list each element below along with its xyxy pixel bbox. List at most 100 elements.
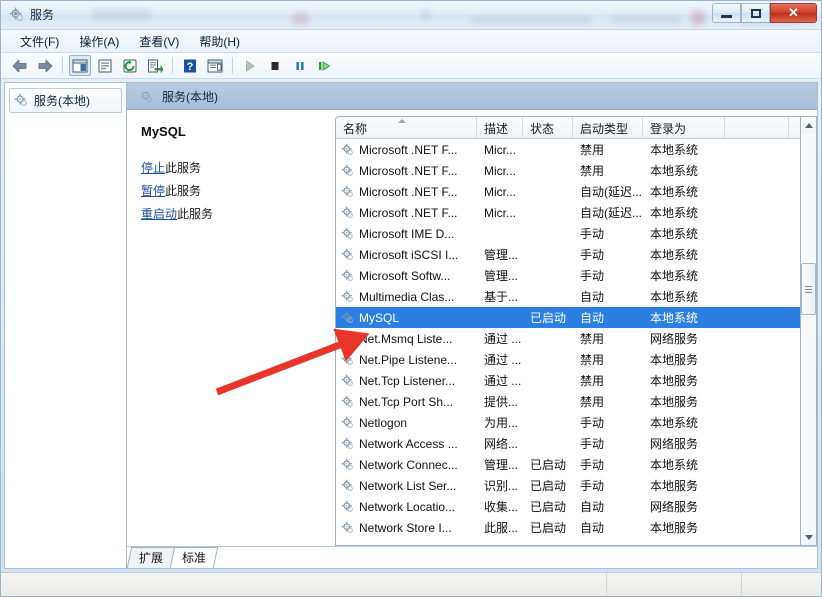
start-service-icon[interactable] xyxy=(239,55,261,76)
cell-startup: 手动 xyxy=(580,416,605,430)
table-row[interactable]: MySQL 已启动 自动 本地系统 xyxy=(336,307,800,328)
cell-startup: 手动 xyxy=(580,248,605,262)
stop-service-link[interactable]: 停止此服务 xyxy=(141,159,325,176)
minimize-button[interactable] xyxy=(712,3,741,23)
pause-service-link[interactable]: 暂停此服务 xyxy=(141,182,325,199)
service-gear-icon xyxy=(341,521,354,534)
cell-name: Network Locatio... xyxy=(336,500,477,514)
help-icon[interactable]: ? xyxy=(179,55,201,76)
table-row[interactable]: Net.Tcp Port Sh... 提供... 禁用 本地服务 xyxy=(336,391,800,412)
table-row[interactable]: Microsoft iSCSI I... 管理... 手动 本地系统 xyxy=(336,244,800,265)
service-gear-icon xyxy=(341,185,354,198)
restart-service-icon[interactable] xyxy=(314,55,336,76)
table-row[interactable]: Network Access ... 网络... 手动 网络服务 xyxy=(336,433,800,454)
cell-desc: 网络... xyxy=(484,437,519,451)
table-row[interactable]: Microsoft .NET F... Micr... 禁用 本地系统 xyxy=(336,160,800,181)
cell-desc: Micr... xyxy=(484,142,516,157)
cell-name: Network Store I... xyxy=(336,521,477,535)
table-row[interactable]: Microsoft .NET F... Micr... 自动(延迟... 本地系统 xyxy=(336,202,800,223)
pane-header-label: 服务(本地) xyxy=(162,89,218,104)
service-name-text: MySQL xyxy=(359,310,400,325)
cell-startup: 自动 xyxy=(580,521,605,535)
service-gear-icon xyxy=(341,206,354,219)
view-tabs: 扩展 标准 xyxy=(126,546,817,568)
restart-service-link[interactable]: 重启动此服务 xyxy=(141,205,325,222)
table-row[interactable]: Microsoft Softw... 管理... 手动 本地系统 xyxy=(336,265,800,286)
column-header-2[interactable]: 状态 xyxy=(523,117,573,138)
scroll-up-button[interactable] xyxy=(801,117,816,133)
service-gear-icon xyxy=(341,311,354,324)
table-row[interactable]: Network List Ser... 识别... 已启动 手动 本地服务 xyxy=(336,475,800,496)
service-gear-icon xyxy=(341,332,354,345)
tab-standard[interactable]: 标准 xyxy=(169,547,219,568)
scrollbar-thumb[interactable] xyxy=(801,263,816,315)
window-title-group: 服务 xyxy=(9,6,54,23)
table-row[interactable]: Microsoft .NET F... Micr... 自动(延迟... 本地系统 xyxy=(336,181,800,202)
table-row[interactable]: Net.Tcp Listener... 通过 ... 禁用 本地服务 xyxy=(336,370,800,391)
table-row[interactable]: Microsoft IME D... 手动 本地系统 xyxy=(336,223,800,244)
cell-desc: Micr... xyxy=(484,184,516,199)
table-row[interactable]: Multimedia Clas... 基于... 自动 本地系统 xyxy=(336,286,800,307)
services-gear-icon xyxy=(14,93,29,108)
refresh-icon[interactable] xyxy=(119,55,141,76)
service-name-text: Microsoft IME D... xyxy=(359,226,455,241)
pause-service-rest: 此服务 xyxy=(165,184,202,198)
column-header-4[interactable]: 登录为 xyxy=(643,117,725,138)
forward-arrow-icon[interactable] xyxy=(34,55,56,76)
title-bar: 服务 ✕ xyxy=(1,1,821,30)
table-row[interactable]: Network Store I... 此服... 已启动 自动 本地服务 xyxy=(336,517,800,538)
table-row[interactable]: Network Locatio... 收集... 已启动 自动 网络服务 xyxy=(336,496,800,517)
cell-status: 已启动 xyxy=(530,458,567,472)
table-row[interactable]: Netlogon 为用... 手动 本地系统 xyxy=(336,412,800,433)
column-header-0[interactable]: 名称 xyxy=(336,117,477,138)
pause-service-verb: 暂停 xyxy=(141,184,166,198)
table-row[interactable]: Microsoft .NET F... Micr... 禁用 本地系统 xyxy=(336,139,800,160)
cell-name: Microsoft .NET F... xyxy=(336,206,477,220)
cell-name: Microsoft iSCSI I... xyxy=(336,248,477,262)
service-gear-icon xyxy=(341,164,354,177)
service-name-text: Microsoft .NET F... xyxy=(359,184,458,199)
list-vertical-scrollbar[interactable] xyxy=(800,116,817,546)
cell-desc: 管理... xyxy=(484,458,519,472)
cell-desc: 收集... xyxy=(484,500,519,514)
cell-desc: 通过 ... xyxy=(484,353,522,367)
restart-service-verb: 重启动 xyxy=(141,207,178,221)
service-gear-icon xyxy=(341,500,354,513)
menu-action[interactable]: 操作(A) xyxy=(70,31,128,52)
chevron-down-icon xyxy=(804,534,813,540)
cell-desc: 基于... xyxy=(484,290,519,304)
table-row[interactable]: Net.Msmq Liste... 通过 ... 禁用 网络服务 xyxy=(336,328,800,349)
cell-name: Microsoft .NET F... xyxy=(336,164,477,178)
stop-service-verb: 停止 xyxy=(141,161,166,175)
cell-startup: 禁用 xyxy=(580,164,605,178)
services-window: 服务 ✕ 文件(F) 操作(A) 查看(V) 帮助(H) ? 服务(本地) 服务… xyxy=(0,0,822,597)
close-button[interactable]: ✕ xyxy=(770,3,817,23)
show-action-pane-icon[interactable] xyxy=(204,55,226,76)
service-name-text: Net.Tcp Port Sh... xyxy=(359,394,454,409)
service-gear-icon xyxy=(341,269,354,282)
column-header-1[interactable]: 描述 xyxy=(477,117,523,138)
cell-startup: 禁用 xyxy=(580,143,605,157)
menu-help[interactable]: 帮助(H) xyxy=(190,31,249,52)
cell-logon: 本地服务 xyxy=(650,374,699,388)
stop-service-icon[interactable] xyxy=(264,55,286,76)
cell-desc: 识别... xyxy=(484,479,519,493)
menu-view[interactable]: 查看(V) xyxy=(130,31,188,52)
properties-icon[interactable] xyxy=(94,55,116,76)
sidebar-item-services-local[interactable]: 服务(本地) xyxy=(9,88,122,113)
table-row[interactable]: Network Connec... 管理... 已启动 手动 本地系统 xyxy=(336,454,800,475)
table-row[interactable]: Net.Pipe Listene... 通过 ... 禁用 本地服务 xyxy=(336,349,800,370)
tab-extended[interactable]: 扩展 xyxy=(126,547,176,568)
menu-file[interactable]: 文件(F) xyxy=(11,31,68,52)
scroll-down-button[interactable] xyxy=(801,529,816,545)
column-header-filler[interactable] xyxy=(725,117,789,138)
pause-service-icon[interactable] xyxy=(289,55,311,76)
column-header-3[interactable]: 启动类型 xyxy=(573,117,643,138)
service-name-text: Network Connec... xyxy=(359,457,458,472)
cell-name: Net.Tcp Port Sh... xyxy=(336,395,477,409)
scrollbar-track[interactable] xyxy=(801,133,816,529)
back-arrow-icon[interactable] xyxy=(9,55,31,76)
maximize-button[interactable] xyxy=(741,3,770,23)
show-hide-tree-icon[interactable] xyxy=(69,55,91,76)
export-list-icon[interactable] xyxy=(144,55,166,76)
